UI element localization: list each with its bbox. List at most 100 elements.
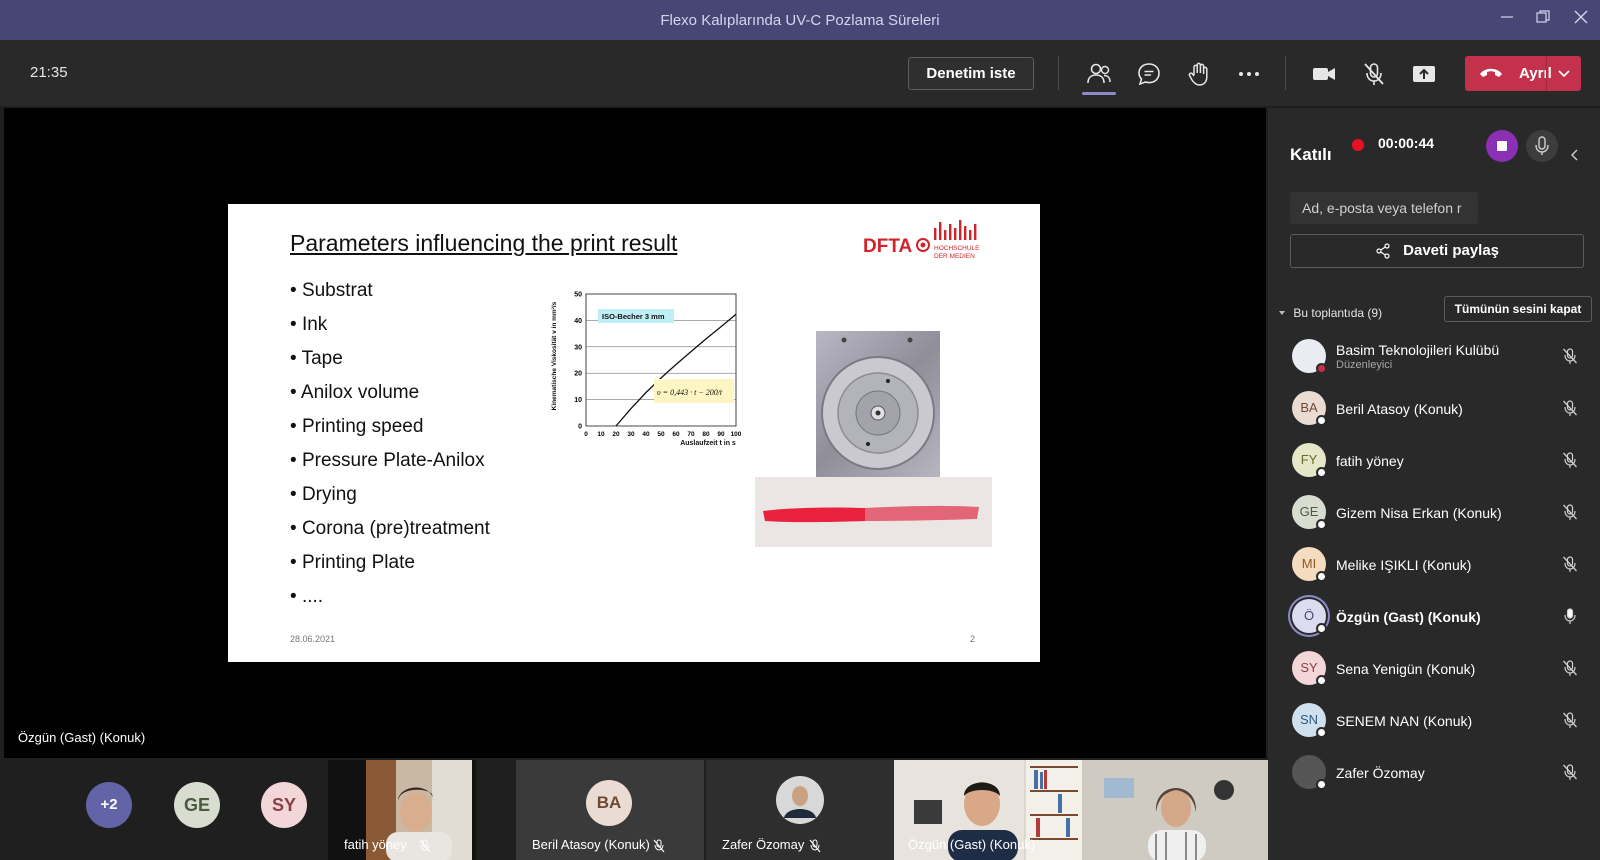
chart-x-axis-label: Auslaufzeit t in s xyxy=(680,440,736,447)
minimize-icon[interactable] xyxy=(1492,8,1522,32)
video-tile-name: fatih yöney xyxy=(344,837,407,852)
slide-bullet: Printing speed xyxy=(290,410,490,444)
chart-y-tick-label: 10 xyxy=(574,397,582,404)
video-tile-fatih[interactable]: fatih yöney xyxy=(328,760,476,860)
presence-status-icon xyxy=(1316,727,1327,738)
request-control-button[interactable]: Denetim iste xyxy=(908,57,1034,90)
participant-name: Gizem Nisa Erkan (Konuk) xyxy=(1336,505,1502,521)
mic-muted-icon[interactable] xyxy=(1561,451,1579,469)
slide-date: 28.06.2021 xyxy=(290,634,336,644)
participant-search-input[interactable]: Ad, e-posta veya telefon r xyxy=(1290,192,1478,224)
share-screen-icon[interactable] xyxy=(1410,60,1438,88)
participant-name: Melike IŞIKLI (Konuk) xyxy=(1336,557,1472,573)
video-tile-ozgun[interactable]: Özgün (Gast) (Konuk) xyxy=(894,760,1268,860)
mic-muted-icon xyxy=(653,839,665,853)
participant-name: Zafer Özomay xyxy=(1336,765,1425,781)
mic-icon[interactable] xyxy=(1526,130,1558,162)
participant-name: Beril Atasoy (Konuk) xyxy=(1336,401,1463,417)
mic-muted-icon[interactable] xyxy=(1561,347,1579,365)
mic-muted-icon[interactable] xyxy=(1561,399,1579,417)
video-tile-avatar: BA xyxy=(586,780,632,826)
slide-bullet: Corona (pre)treatment xyxy=(290,512,490,546)
participant-row[interactable]: Basim Teknolojileri Kulübü Düzenleyici xyxy=(1268,333,1600,383)
overflow-participants-button[interactable]: +2 xyxy=(86,782,132,828)
slide-bullet: Printing Plate xyxy=(290,546,490,580)
dfta-hdm-logo: DFTA HOCHSCHULE DER MEDIEN xyxy=(863,220,980,260)
slide-bullet: .... xyxy=(290,580,490,614)
camera-icon[interactable] xyxy=(1310,60,1338,88)
chart-series-line xyxy=(615,313,737,427)
mic-muted-icon[interactable] xyxy=(1561,555,1579,573)
close-icon[interactable] xyxy=(1566,8,1596,32)
chart-y-tick-label: 40 xyxy=(574,318,582,325)
participant-name: Sena Yenigün (Konuk) xyxy=(1336,661,1476,677)
leave-button[interactable]: Ayrıl xyxy=(1465,56,1581,91)
participant-name: Özgün (Gast) (Konuk) xyxy=(1336,609,1481,625)
presence-status-icon xyxy=(1316,779,1327,790)
video-tile-zafer[interactable]: Zafer Özomay xyxy=(706,760,894,860)
slide-bullet: Drying xyxy=(290,478,490,512)
participant-row[interactable]: FY fatih yöney xyxy=(1268,437,1600,487)
chart-formula: υ = 0,443 · t − 200/t xyxy=(657,388,723,397)
participant-avatar-gizem[interactable]: GE xyxy=(174,782,220,828)
presence-status-icon xyxy=(1316,519,1327,530)
chart-y-tick-label: 50 xyxy=(574,292,582,299)
chart-x-tick-label: 90 xyxy=(717,431,725,438)
toolbar-divider xyxy=(1285,56,1286,90)
logo-subtitle-line1: HOCHSCHULE xyxy=(934,245,980,252)
in-meeting-section-toggle[interactable]: Bu toplantıda (9) xyxy=(1278,306,1382,320)
participant-row[interactable]: GE Gizem Nisa Erkan (Konuk) xyxy=(1268,489,1600,539)
slide-page-number: 2 xyxy=(970,634,976,644)
participant-row[interactable]: SN SENEM NAN (Konuk) xyxy=(1268,697,1600,747)
collapse-panel-icon[interactable] xyxy=(1568,148,1582,162)
logo-wordmark: DFTA xyxy=(863,236,913,257)
hang-up-icon xyxy=(1480,68,1502,77)
mic-muted-icon[interactable] xyxy=(1360,60,1388,88)
presence-status-icon xyxy=(1316,675,1327,686)
mic-icon[interactable] xyxy=(1561,607,1579,625)
recording-indicator-icon xyxy=(1352,139,1364,151)
people-icon[interactable] xyxy=(1085,60,1113,88)
participant-row[interactable]: Zafer Özomay xyxy=(1268,749,1600,799)
chart-y-axis-label: Kinematische Viskosität v in mm²/s xyxy=(551,301,558,410)
more-options-icon[interactable] xyxy=(1235,60,1263,88)
presence-status-icon xyxy=(1316,623,1327,634)
slide-bullet: Pressure Plate-Anilox xyxy=(290,444,490,478)
logo-subtitle-line2: DER MEDIEN xyxy=(934,253,975,260)
restore-icon[interactable] xyxy=(1528,8,1558,32)
video-tile-beril[interactable]: BA Beril Atasoy (Konuk) xyxy=(516,760,704,860)
video-tile-name: Özgün (Gast) (Konuk) xyxy=(908,837,1036,852)
window-title: Flexo Kalıplarında UV-C Pozlama Süreleri xyxy=(660,12,940,29)
raise-hand-icon[interactable] xyxy=(1185,60,1213,88)
stop-recording-button[interactable] xyxy=(1486,130,1518,162)
chevron-down-icon[interactable] xyxy=(1555,64,1573,82)
participant-role: Düzenleyici xyxy=(1336,359,1393,371)
participant-row[interactable]: SY Sena Yenigün (Konuk) xyxy=(1268,645,1600,695)
participant-row[interactable]: Ö Özgün (Gast) (Konuk) xyxy=(1268,593,1600,643)
participant-row[interactable]: MI Melike IŞIKLI (Konuk) xyxy=(1268,541,1600,591)
slide-bullet: Tape xyxy=(290,342,490,376)
participant-avatar-sena[interactable]: SY xyxy=(261,782,307,828)
mic-muted-icon[interactable] xyxy=(1561,659,1579,677)
mute-all-button[interactable]: Tümünün sesini kapat xyxy=(1444,296,1592,322)
chat-icon[interactable] xyxy=(1135,60,1163,88)
chart-annotation-label: ISO-Becher 3 mm xyxy=(602,312,665,321)
printing-cylinder-photo xyxy=(816,331,940,477)
chart-x-tick-label: 70 xyxy=(687,431,695,438)
share-invite-button[interactable]: Daveti paylaş xyxy=(1290,234,1584,268)
participant-row[interactable]: BA Beril Atasoy (Konuk) xyxy=(1268,385,1600,435)
mic-muted-icon xyxy=(419,839,431,853)
chart-x-tick-label: 50 xyxy=(657,431,665,438)
participant-name: Basim Teknolojileri Kulübü xyxy=(1336,342,1500,358)
chart-x-tick-label: 60 xyxy=(672,431,680,438)
meeting-clock: 21:35 xyxy=(30,64,68,81)
mic-muted-icon[interactable] xyxy=(1561,503,1579,521)
mic-muted-icon[interactable] xyxy=(1561,763,1579,781)
panel-title: Katılı xyxy=(1290,145,1332,164)
mic-muted-icon[interactable] xyxy=(1561,711,1579,729)
participant-name: SENEM NAN (Konuk) xyxy=(1336,713,1473,729)
mic-muted-icon xyxy=(809,839,821,853)
slide-bullet-list: Substrat Ink Tape Anilox volume Printing… xyxy=(290,274,490,614)
presentation-slide: Parameters influencing the print result … xyxy=(228,204,1040,662)
video-tile-name: Beril Atasoy (Konuk) xyxy=(532,837,650,852)
